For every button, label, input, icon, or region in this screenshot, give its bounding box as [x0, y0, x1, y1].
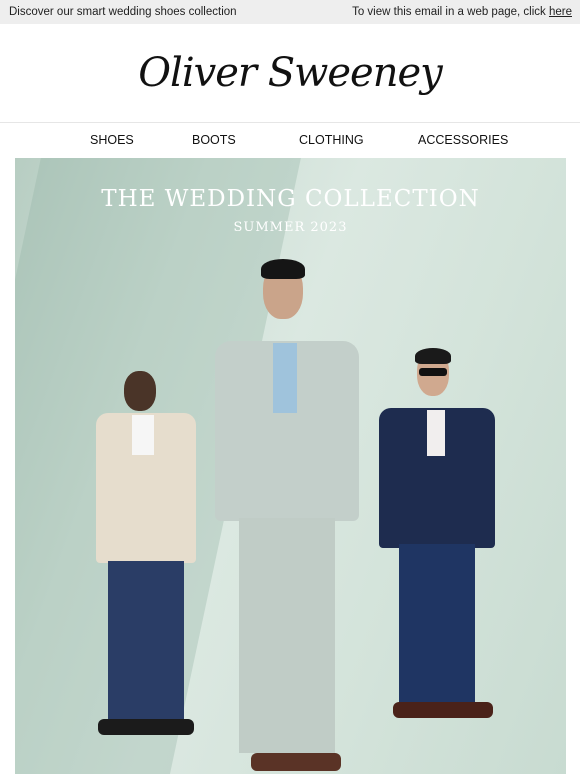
model-right-shoes: [393, 702, 493, 718]
preheader-text: Discover our smart wedding shoes collect…: [9, 6, 237, 18]
web-view-link[interactable]: here: [549, 6, 572, 18]
web-view-prompt: To view this email in a web page, click: [352, 6, 549, 18]
logo-header: Oliver Sweeney: [0, 24, 580, 123]
hero-title: THE WEDDING COLLECTION: [101, 186, 480, 212]
model-left-shirt: [132, 415, 154, 455]
model-center-shoes: [251, 753, 341, 771]
brand-logo[interactable]: Oliver Sweeney: [138, 50, 442, 96]
model-right-shirt: [427, 410, 445, 456]
hero-subtitle: SUMMER 2023: [233, 220, 348, 235]
model-left: [90, 371, 205, 751]
model-right-trousers: [399, 544, 475, 704]
model-left-shoes: [98, 719, 194, 735]
model-left-trousers: [108, 561, 184, 721]
main-nav: SHOES BOOTS CLOTHING ACCESSORIES: [0, 123, 580, 158]
model-center-trousers: [239, 518, 335, 753]
model-right-hair: [415, 348, 451, 364]
web-view-text: To view this email in a web page, click …: [352, 6, 572, 18]
nav-item-accessories[interactable]: ACCESSORIES: [418, 133, 508, 147]
nav-item-clothing[interactable]: CLOTHING: [299, 133, 364, 147]
nav-item-boots[interactable]: BOOTS: [192, 133, 236, 147]
hero-banner[interactable]: THE WEDDING COLLECTION SUMMER 2023: [15, 158, 566, 774]
nav-item-shoes[interactable]: SHOES: [90, 133, 134, 147]
preheader-bar: Discover our smart wedding shoes collect…: [0, 0, 580, 24]
model-left-head: [124, 371, 156, 411]
model-center-hair: [261, 259, 305, 279]
model-center: [207, 259, 367, 774]
model-right: [375, 348, 500, 740]
model-right-sunglasses: [419, 368, 447, 376]
model-center-shirt: [273, 343, 297, 413]
